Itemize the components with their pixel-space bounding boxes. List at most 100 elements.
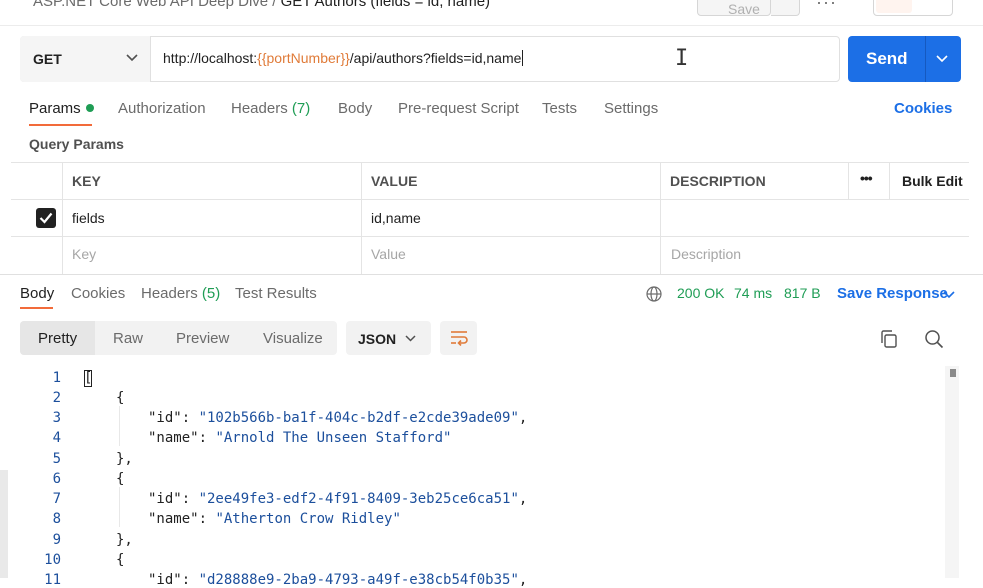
save-button-label: Save: [728, 1, 760, 17]
json-string: "d28888e9-2ba9-4793-a49f-e38cb54f0b35": [198, 572, 519, 588]
line-number: 4: [52, 430, 61, 446]
bulk-edit-button[interactable]: Bulk Edit: [902, 173, 963, 189]
json-key: "id": [148, 491, 182, 507]
left-scrollbar[interactable]: [0, 470, 8, 578]
url-prefix: http://localhost:: [163, 50, 258, 66]
response-tab-body[interactable]: Body: [20, 285, 54, 302]
chevron-down-icon: [126, 54, 138, 62]
tab-params-label: Params: [29, 100, 81, 117]
view-toggle[interactable]: [873, 0, 953, 16]
globe-icon[interactable]: [646, 286, 662, 302]
code-line: },: [116, 532, 133, 548]
vertical-scrollbar[interactable]: [945, 366, 959, 578]
table-col-divider: [660, 162, 661, 274]
table-divider: [11, 199, 969, 200]
scrollbar-thumb[interactable]: [950, 369, 956, 377]
url-input[interactable]: http://localhost:{{portNumber}}/api/auth…: [163, 50, 524, 66]
line-number: 3: [52, 410, 61, 426]
send-divider: [925, 36, 926, 82]
code-line: "id": "d28888e9-2ba9-4793-a49f-e38cb54f0…: [148, 572, 528, 588]
response-tab-headers-label: Headers: [141, 285, 198, 302]
view-mode-preview[interactable]: Preview: [176, 330, 229, 347]
column-header-key: KEY: [72, 173, 101, 189]
code-line: "name": "Atherton Crow Ridley": [148, 511, 401, 527]
line-number: 10: [44, 552, 61, 568]
send-label: Send: [866, 49, 908, 68]
tab-tests[interactable]: Tests: [542, 100, 577, 117]
new-param-description-input[interactable]: Description: [671, 246, 741, 262]
breadcrumb-collection[interactable]: ASP.NET Core Web API Deep Dive: [33, 0, 268, 10]
param-enabled-checkbox[interactable]: [36, 208, 56, 228]
search-icon[interactable]: [924, 329, 944, 349]
url-variable[interactable]: {{portNumber}}: [257, 50, 350, 66]
response-size[interactable]: 817 B: [784, 285, 821, 301]
breadcrumb-separator: /: [272, 0, 277, 10]
column-header-value: VALUE: [371, 173, 418, 189]
table-col-divider: [361, 162, 362, 274]
send-options-chevron-icon[interactable]: [936, 54, 948, 64]
code-line: "id": "102b566b-ba1f-404c-b2df-e2cde39ad…: [148, 410, 528, 426]
code-line: "id": "2ee49fe3-edf2-4f91-8409-3eb25ce6c…: [148, 491, 528, 507]
chevron-down-icon[interactable]: [943, 290, 955, 300]
response-time[interactable]: 74 ms: [734, 285, 772, 301]
checkmark-icon: [39, 212, 53, 224]
code-line: {: [116, 552, 125, 568]
code-line: {: [116, 471, 125, 487]
wrap-lines-icon: [451, 331, 468, 346]
response-tab-headers-count: (5): [201, 285, 221, 302]
column-options-icon[interactable]: •••: [860, 170, 873, 186]
new-param-key-input[interactable]: Key: [72, 246, 96, 262]
table-col-divider: [848, 162, 849, 199]
tab-authorization[interactable]: Authorization: [118, 100, 206, 117]
save-response-button[interactable]: Save Response: [837, 285, 948, 302]
line-number: 9: [52, 532, 61, 548]
param-key[interactable]: fields: [72, 210, 105, 226]
code-line: [: [84, 370, 93, 386]
view-mode-raw[interactable]: Raw: [113, 330, 143, 347]
response-tab-test-results[interactable]: Test Results: [235, 285, 317, 302]
json-string: "102b566b-ba1f-404c-b2df-e2cde39ade09": [198, 410, 519, 426]
more-options-icon[interactable]: ···: [816, 0, 837, 13]
tab-pre-request-script[interactable]: Pre-request Script: [398, 100, 519, 117]
method-label: GET: [33, 51, 62, 67]
text-caret: [522, 50, 524, 66]
save-dropdown-button[interactable]: [771, 0, 800, 16]
response-tab-cookies[interactable]: Cookies: [71, 285, 125, 302]
json-string: "2ee49fe3-edf2-4f91-8409-3eb25ce6ca51": [198, 491, 519, 507]
line-number: 5: [52, 451, 61, 467]
comment-icon[interactable]: [916, 0, 950, 13]
active-tab-indicator: [29, 124, 92, 126]
line-number: 1: [52, 370, 61, 386]
tab-body[interactable]: Body: [338, 100, 372, 117]
wrap-lines-button[interactable]: [440, 321, 477, 355]
json-key: "id": [148, 572, 182, 588]
ibeam-cursor-icon: I: [675, 46, 689, 71]
url-suffix: /api/authors?fields=id,name: [349, 50, 522, 66]
params-table: [11, 162, 969, 274]
column-header-description: DESCRIPTION: [670, 173, 766, 189]
tab-params[interactable]: Params: [29, 100, 94, 117]
new-param-value-input[interactable]: Value: [371, 246, 406, 262]
response-divider[interactable]: [0, 274, 983, 275]
tab-settings[interactable]: Settings: [604, 100, 658, 117]
save-button[interactable]: Save: [697, 0, 771, 17]
response-tab-headers[interactable]: Headers (5): [141, 285, 220, 302]
breadcrumb: ASP.NET Core Web API Deep Dive / GET Aut…: [33, 0, 490, 10]
view-mode-visualize[interactable]: Visualize: [263, 330, 323, 347]
line-number: 11: [44, 572, 61, 588]
breadcrumb-request[interactable]: GET Authors (fields = id, name): [281, 0, 490, 10]
cookies-link[interactable]: Cookies: [894, 100, 952, 117]
edit-icon[interactable]: [876, 0, 912, 13]
table-col-divider: [889, 162, 890, 199]
format-label: JSON: [358, 331, 397, 347]
tab-headers[interactable]: Headers (7): [231, 100, 310, 117]
json-key: "name": [148, 430, 199, 446]
view-mode-pretty[interactable]: Pretty: [38, 330, 77, 347]
line-number: 6: [52, 471, 61, 487]
status-code[interactable]: 200 OK: [677, 285, 724, 301]
code-line: {: [116, 390, 125, 406]
tab-headers-label: Headers: [231, 100, 288, 117]
code-line: },: [116, 451, 133, 467]
copy-icon[interactable]: [879, 329, 899, 349]
param-value[interactable]: id,name: [371, 210, 421, 226]
